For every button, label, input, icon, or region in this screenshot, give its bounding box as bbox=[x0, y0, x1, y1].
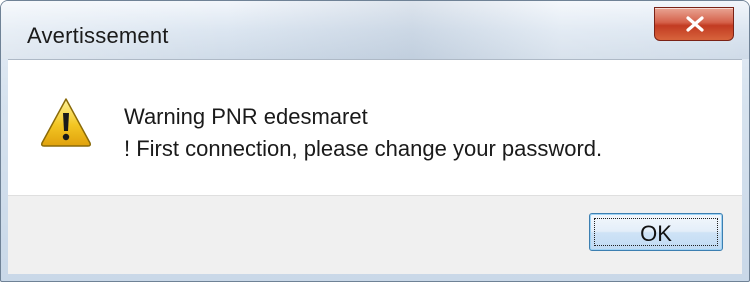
button-bar: OK bbox=[8, 195, 742, 274]
close-icon bbox=[686, 16, 704, 32]
message-line-2: ! First connection, please change your p… bbox=[124, 136, 603, 161]
message-area: Warning PNR edesmaret ! First connection… bbox=[8, 59, 742, 196]
ok-button[interactable]: OK bbox=[589, 213, 723, 251]
title-bar[interactable]: Avertissement bbox=[1, 1, 749, 59]
dialog-title: Avertissement bbox=[27, 23, 169, 48]
message-line-1: Warning PNR edesmaret bbox=[124, 104, 368, 129]
warning-dialog: Avertissement Warning PNR edesmaret ! Fi… bbox=[0, 0, 750, 282]
ok-button-label: OK bbox=[640, 221, 672, 246]
close-button[interactable] bbox=[654, 7, 734, 41]
warning-icon bbox=[41, 98, 91, 147]
